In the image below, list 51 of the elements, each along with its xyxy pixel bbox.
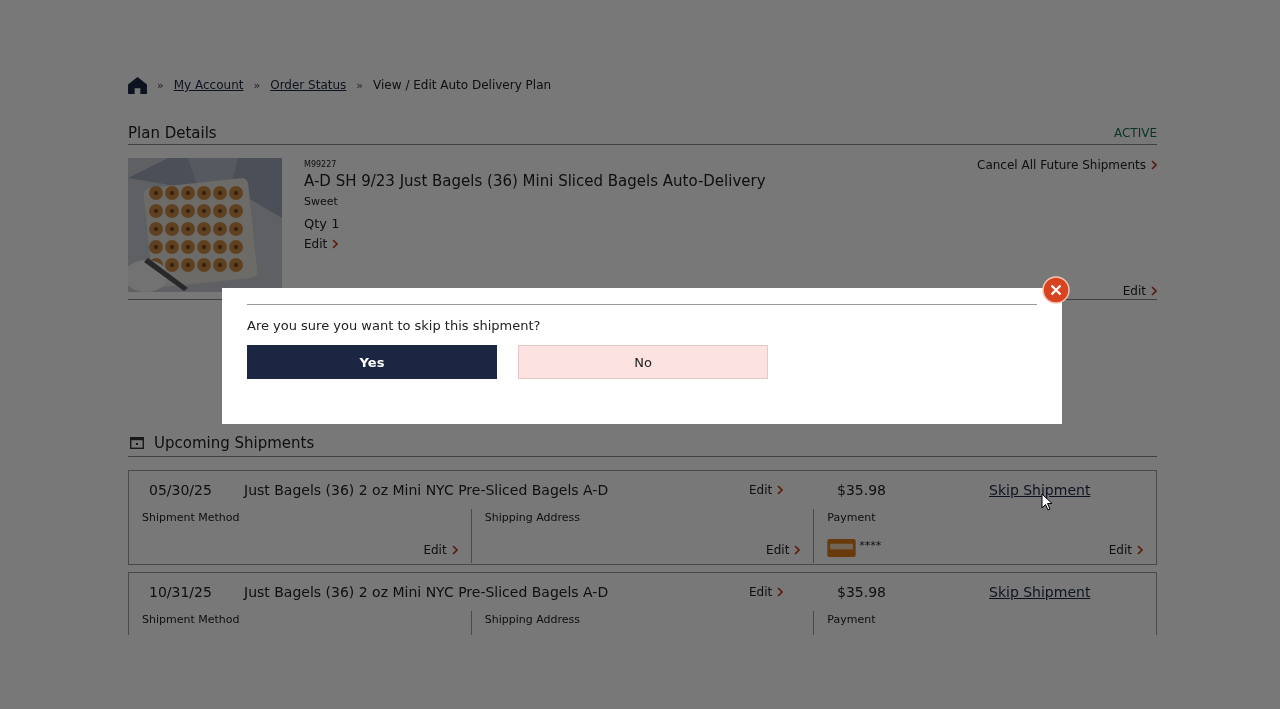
home-icon[interactable] — [128, 76, 147, 94]
credit-card-icon — [827, 539, 857, 557]
plan-status: ACTIVE — [1113, 126, 1157, 140]
chevron-icon — [332, 239, 339, 249]
chevron-icon — [777, 587, 784, 597]
shipment-price: $35.98 — [837, 584, 887, 600]
shipment-price: $35.98 — [837, 482, 887, 498]
detail-label: Shipment Method — [142, 613, 241, 626]
chevron-icon — [451, 545, 458, 555]
product-code: M99227 — [304, 160, 338, 169]
detail-label: Payment — [827, 613, 877, 626]
edit-link[interactable]: Edit — [1108, 543, 1143, 557]
detail-label: Shipping Address — [484, 511, 581, 524]
section-title: Upcoming Shipments — [154, 434, 315, 452]
edit-link[interactable]: Edit — [749, 585, 837, 599]
yes-button[interactable]: Yes — [247, 345, 497, 379]
edit-link[interactable]: Edit — [749, 483, 837, 497]
detail-label: Shipment Method — [142, 511, 241, 524]
detail-label: Shipping Address — [484, 613, 581, 626]
separator: » — [356, 78, 364, 92]
edit-link[interactable]: Edit — [1122, 284, 1157, 298]
section-title: Plan Details — [128, 124, 217, 142]
shipment-product: Just Bagels (36) 2 oz Mini NYC Pre-Sliced Bagels A-D — [244, 482, 610, 498]
product-variant: Sweet — [304, 195, 339, 208]
edit-link[interactable]: Edit — [304, 237, 977, 251]
breadcrumb-current: View / Edit Auto Delivery Plan — [373, 78, 552, 92]
shipment-date: 05/30/25 — [148, 482, 213, 498]
quantity: Qty 1 — [304, 216, 341, 231]
dialog-question: Are you sure you want to skip this shipment? — [247, 318, 542, 333]
chevron-icon — [777, 485, 784, 495]
edit-link[interactable]: Edit — [766, 543, 801, 557]
detail-label: Payment — [827, 511, 877, 524]
no-button[interactable]: No — [518, 345, 768, 379]
chevron-icon — [1137, 545, 1143, 555]
breadcrumb-link[interactable]: Order Status — [270, 78, 347, 92]
breadcrumb-link[interactable]: My Account — [173, 78, 244, 92]
skip-shipment-link[interactable]: Skip Shipment — [989, 584, 1091, 600]
edit-link[interactable]: Edit — [423, 543, 458, 557]
chevron-icon — [1151, 160, 1157, 170]
shipment-date: 10/31/25 — [148, 584, 213, 600]
cancel-shipments-link[interactable]: Cancel All Future Shipments — [977, 158, 1157, 172]
card-number: **** — [859, 539, 882, 552]
calendar-icon — [130, 437, 144, 449]
chevron-icon — [1151, 286, 1157, 296]
separator: » — [157, 78, 164, 92]
separator: » — [253, 78, 261, 92]
skip-shipment-link[interactable]: Skip Shipment — [989, 482, 1091, 498]
shipment-product: Just Bagels (36) 2 oz Mini NYC Pre-Sliced Bagels A-D — [244, 584, 610, 600]
close-icon[interactable] — [1042, 276, 1070, 304]
product-name: A-D SH 9/23 Just Bagels (36) Mini Sliced Bagels Auto-Delivery — [304, 172, 767, 190]
chevron-icon — [794, 545, 801, 555]
